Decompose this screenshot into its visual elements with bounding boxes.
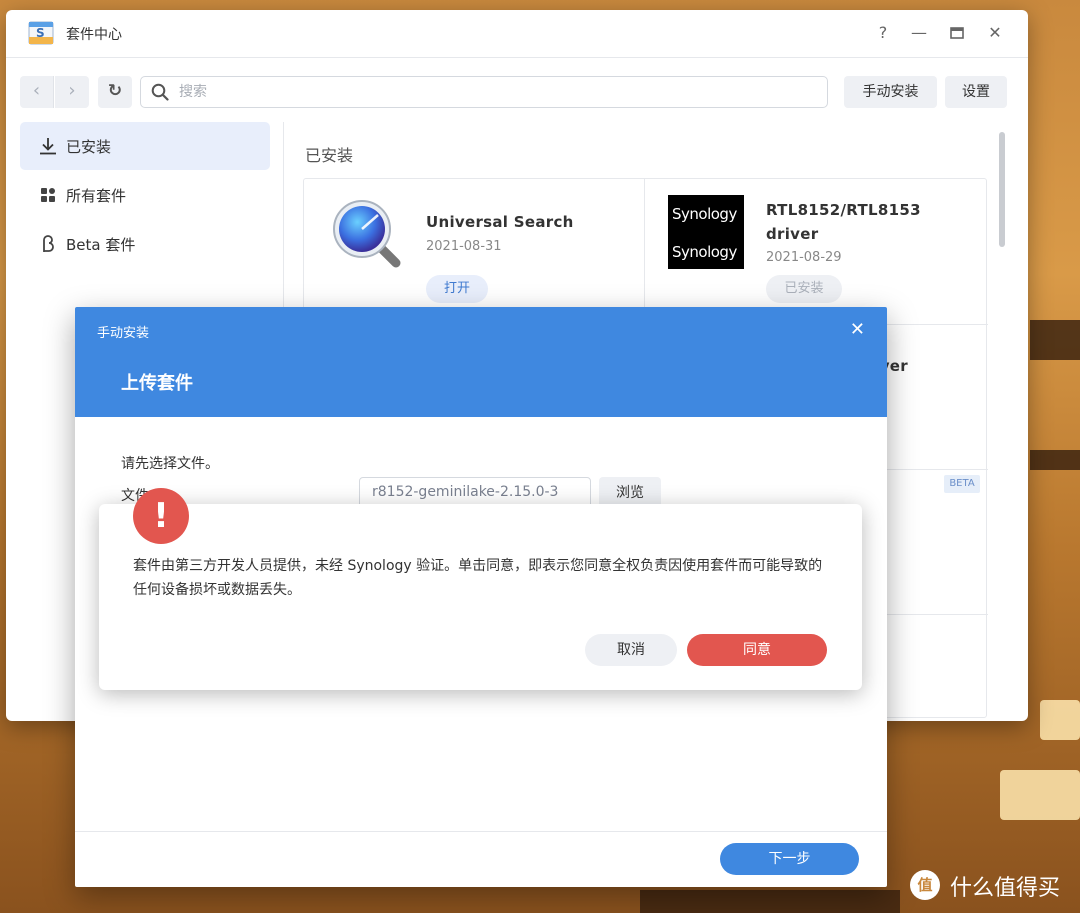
desktop-silhouette — [1030, 450, 1080, 470]
section-title: 已安装 — [305, 146, 354, 165]
cancel-button[interactable]: 取消 — [585, 634, 677, 666]
desktop-light — [1000, 770, 1080, 820]
desktop-light — [1040, 700, 1080, 740]
dialog-instruction: 请先选择文件。 — [121, 456, 219, 472]
manual-install-button[interactable]: 手动安装 — [844, 76, 937, 108]
search-input[interactable] — [179, 82, 779, 102]
synology-logo: Synology Synology — [668, 195, 744, 269]
close-icon[interactable]: ✕ — [850, 319, 865, 340]
search-icon — [151, 83, 169, 101]
package-name-line1: RTL8152/RTL8153 — [766, 201, 921, 219]
help-icon[interactable]: ? — [872, 22, 894, 44]
download-icon — [40, 138, 56, 155]
dialog-heading: 上传套件 — [121, 373, 193, 394]
open-button[interactable]: 打开 — [426, 275, 488, 303]
sidebar-item-label: 所有套件 — [66, 187, 127, 205]
package-center-app-icon: S — [28, 21, 54, 45]
search-box — [140, 76, 828, 108]
maximize-icon[interactable] — [946, 22, 968, 44]
back-button[interactable]: ‹ — [20, 76, 54, 108]
window-title: 套件中心 — [66, 27, 122, 43]
grid-icon — [41, 188, 55, 202]
warning-icon: ! — [133, 488, 189, 544]
agree-button[interactable]: 同意 — [687, 634, 827, 666]
refresh-button[interactable]: ↻ — [98, 76, 132, 108]
watermark-logo-icon: 值 — [910, 870, 940, 900]
package-date: 2021-08-29 — [766, 250, 842, 265]
sidebar-item-label: 已安装 — [66, 138, 112, 156]
dialog-caption: 手动安装 — [97, 326, 150, 341]
close-icon[interactable]: ✕ — [984, 22, 1006, 44]
package-date: 2021-08-31 — [426, 239, 502, 254]
svg-text:S: S — [36, 26, 45, 40]
desktop-silhouette — [640, 890, 900, 913]
third-party-warning-alert: ! 套件由第三方开发人员提供，未经 Synology 验证。单击同意，即表示您同… — [99, 488, 862, 690]
toolbar: ‹ › ↻ 手动安装 设置 — [6, 58, 1028, 122]
watermark-text: 什么值得买 — [950, 876, 1061, 901]
title-bar: S 套件中心 ? — ✕ — [6, 10, 1028, 58]
sidebar-item-label: Beta 套件 — [66, 236, 136, 254]
beta-icon — [43, 235, 54, 252]
next-button[interactable]: 下一步 — [720, 843, 859, 875]
card-divider — [644, 179, 645, 324]
alert-message: 套件由第三方开发人员提供，未经 Synology 验证。单击同意，即表示您同意全… — [133, 558, 823, 598]
settings-button[interactable]: 设置 — [945, 76, 1007, 108]
universal-search-icon — [333, 200, 401, 268]
forward-button[interactable]: › — [55, 76, 89, 108]
sidebar-item-installed[interactable]: 已安装 — [20, 122, 270, 170]
dialog-footer-divider — [75, 831, 887, 832]
sidebar-item-beta[interactable]: Beta 套件 — [20, 220, 270, 268]
installed-status: 已安装 — [766, 275, 842, 303]
package-name-line2: driver — [766, 225, 819, 243]
sidebar-item-all-packages[interactable]: 所有套件 — [20, 171, 270, 219]
beta-badge: BETA — [944, 475, 980, 493]
minimize-icon[interactable]: — — [908, 22, 930, 44]
logo-text: Synology — [672, 205, 737, 223]
dialog-header: 手动安装 ✕ 上传套件 — [75, 307, 887, 417]
desktop-silhouette — [1030, 320, 1080, 360]
scrollbar[interactable] — [999, 132, 1005, 247]
package-name: Universal Search — [426, 213, 574, 231]
logo-text: Synology — [672, 243, 737, 261]
